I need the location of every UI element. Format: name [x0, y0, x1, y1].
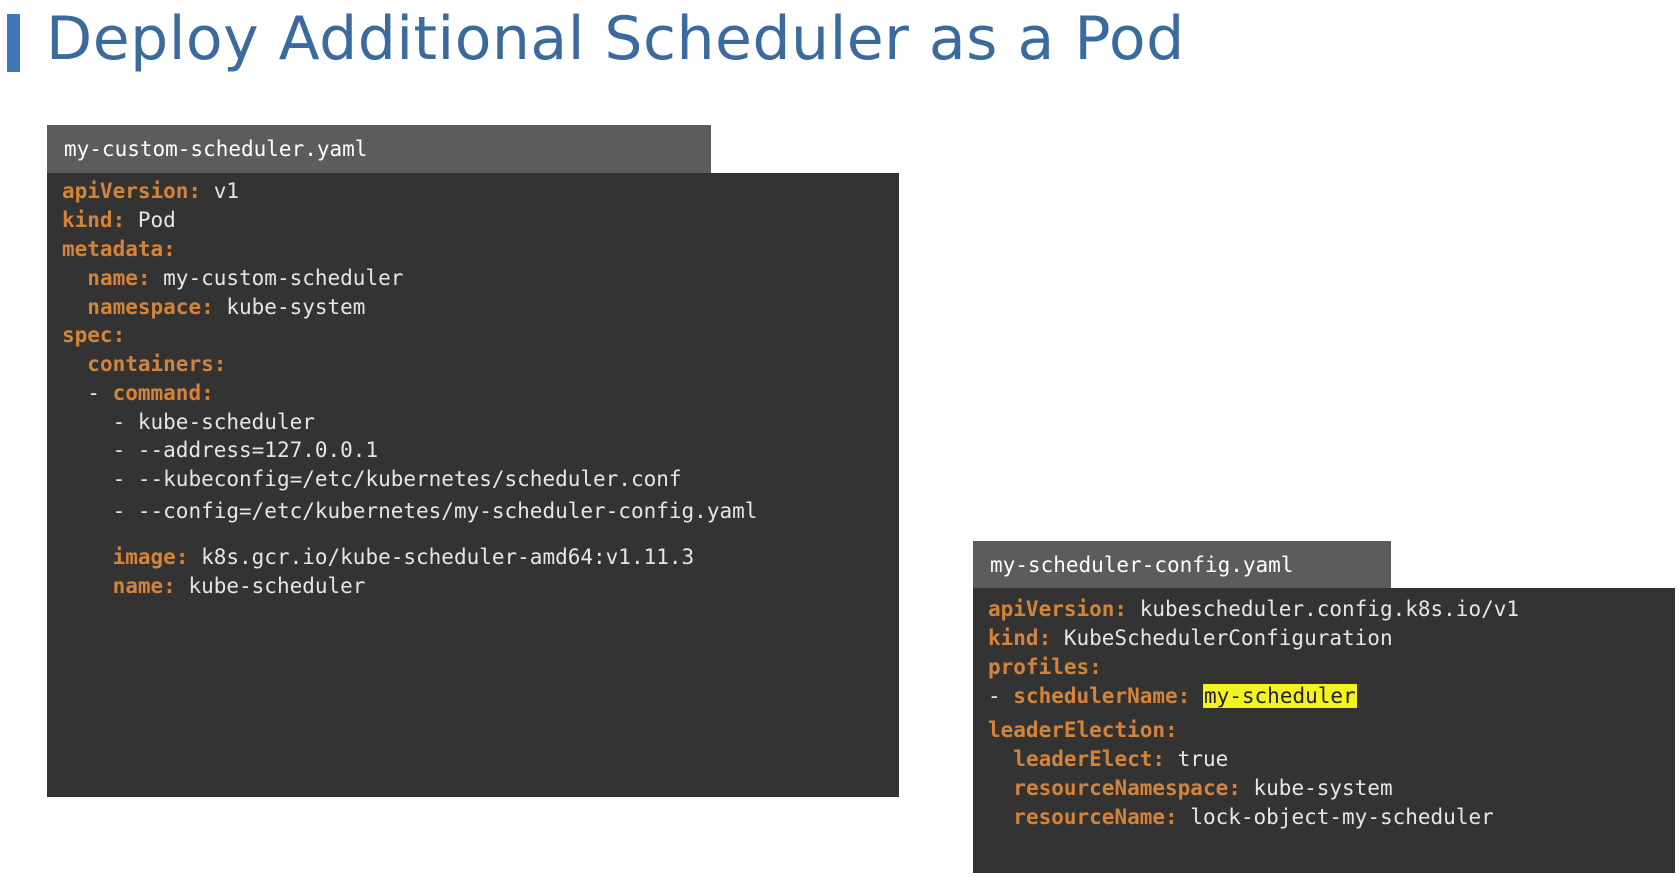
- yaml-key: containers:: [87, 352, 227, 376]
- yaml-value: kube-system: [1240, 776, 1393, 800]
- code-line: leaderElection:: [988, 716, 1178, 744]
- yaml-key: apiVersion:: [988, 597, 1128, 621]
- yaml-value: lock-object-my-scheduler: [1177, 805, 1494, 829]
- yaml-key: resourceNamespace:: [1013, 776, 1241, 800]
- scheduler-config-filename-tab: my-scheduler-config.yaml: [973, 541, 1391, 588]
- yaml-key: leaderElection:: [988, 718, 1178, 742]
- code-line: kind: KubeSchedulerConfiguration: [988, 624, 1393, 652]
- code-line: apiVersion: v1: [62, 177, 239, 205]
- code-line: profiles:: [988, 653, 1102, 681]
- code-line: namespace: kube-system: [62, 293, 365, 321]
- yaml-value: --address=127.0.0.1: [137, 438, 379, 462]
- yaml-key: schedulerName:: [1013, 684, 1191, 708]
- code-line: spec:: [62, 321, 125, 349]
- code-line: - schedulerName: my-scheduler: [988, 682, 1357, 710]
- code-line: - command:: [62, 379, 214, 407]
- yaml-value: Pod: [125, 208, 176, 232]
- yaml-key: namespace:: [87, 295, 214, 319]
- yaml-key: kind:: [988, 626, 1052, 650]
- yaml-value: k8s.gcr.io/kube-scheduler-amd64:v1.11.3: [188, 545, 695, 569]
- code-line: - kube-scheduler: [62, 408, 315, 436]
- code-dash: -: [112, 438, 138, 462]
- yaml-key: command:: [112, 381, 214, 405]
- scheduler-config-filename: my-scheduler-config.yaml: [990, 552, 1294, 577]
- yaml-key: apiVersion:: [62, 179, 202, 203]
- code-line: metadata:: [62, 235, 176, 263]
- yaml-key: name:: [112, 574, 176, 598]
- code-line: image: k8s.gcr.io/kube-scheduler-amd64:v…: [62, 543, 695, 571]
- highlighted-value: my-scheduler: [1202, 684, 1357, 708]
- code-dash: -: [112, 499, 138, 523]
- custom-scheduler-code-panel: apiVersion: v1 kind: Pod metadata: name: m…: [47, 173, 899, 797]
- code-line: - --kubeconfig=/etc/kubernetes/scheduler…: [62, 465, 682, 493]
- code-line: name: kube-scheduler: [62, 572, 366, 600]
- yaml-key: image:: [112, 545, 189, 569]
- yaml-key: name:: [87, 266, 151, 290]
- code-dash: -: [988, 684, 1014, 708]
- scheduler-config-code-panel: apiVersion: kubescheduler.config.k8s.io/…: [973, 588, 1675, 873]
- code-line: resourceNamespace: kube-system: [988, 774, 1393, 802]
- yaml-value: v1: [201, 179, 240, 203]
- code-line: resourceName: lock-object-my-scheduler: [988, 803, 1494, 831]
- slide-title: Deploy Additional Scheduler as a Pod: [46, 4, 1185, 74]
- custom-scheduler-filename-tab: my-custom-scheduler.yaml: [47, 125, 711, 173]
- title-accent-bar: [7, 14, 20, 72]
- yaml-key: metadata:: [62, 237, 176, 261]
- yaml-value: my-custom-scheduler: [150, 266, 404, 290]
- code-line: - --address=127.0.0.1: [62, 436, 379, 464]
- code-line: name: my-custom-scheduler: [62, 264, 403, 292]
- yaml-value: kube-system: [213, 295, 366, 319]
- code-dash: -: [87, 381, 113, 405]
- yaml-key: profiles:: [988, 655, 1102, 679]
- yaml-value: kubescheduler.config.k8s.io/v1: [1127, 597, 1520, 621]
- yaml-value: KubeSchedulerConfiguration: [1051, 626, 1393, 650]
- yaml-key: leaderElect:: [1013, 747, 1166, 771]
- code-dash: -: [112, 410, 138, 434]
- custom-scheduler-filename: my-custom-scheduler.yaml: [64, 137, 368, 161]
- yaml-value: kube-scheduler: [175, 574, 366, 598]
- yaml-value: true: [1165, 747, 1229, 771]
- code-line: apiVersion: kubescheduler.config.k8s.io/…: [988, 595, 1519, 623]
- yaml-value: [1190, 684, 1203, 708]
- yaml-key: resourceName:: [1013, 805, 1178, 829]
- yaml-value: --config=/etc/kubernetes/my-scheduler-co…: [137, 499, 758, 523]
- code-dash: -: [112, 467, 138, 491]
- yaml-key: kind:: [62, 208, 126, 232]
- code-line: - --config=/etc/kubernetes/my-scheduler-…: [62, 497, 758, 525]
- code-line: leaderElect: true: [988, 745, 1228, 773]
- yaml-value: --kubeconfig=/etc/kubernetes/scheduler.c…: [137, 467, 682, 491]
- yaml-key: spec:: [62, 323, 126, 347]
- code-line: kind: Pod: [62, 206, 176, 234]
- yaml-value: kube-scheduler: [137, 410, 315, 434]
- code-line: containers:: [62, 350, 226, 378]
